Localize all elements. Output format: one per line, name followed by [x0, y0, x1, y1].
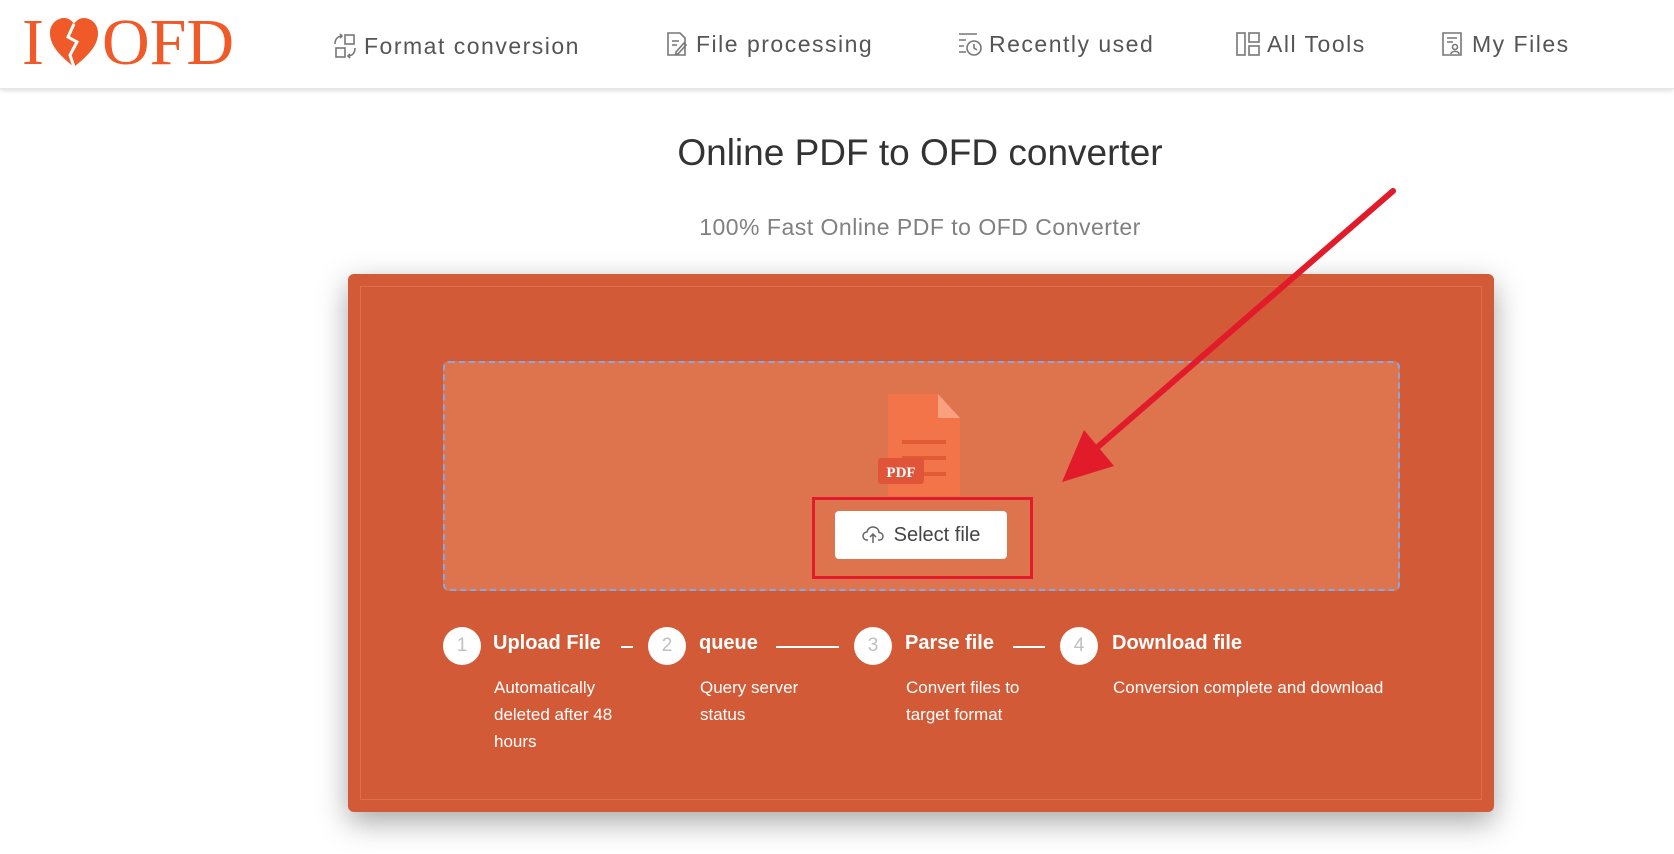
- step-3-number: 3: [854, 627, 892, 665]
- step-connector-3: [1013, 646, 1045, 648]
- grid-icon: [1236, 32, 1260, 56]
- user-file-icon: [1442, 32, 1462, 56]
- nav-format-conversion[interactable]: Format conversion: [332, 28, 580, 64]
- site-logo[interactable]: I OFD: [22, 10, 234, 76]
- step-connector-1: [621, 646, 633, 648]
- annotation-highlight-box: [812, 497, 1033, 579]
- edit-file-icon: [667, 32, 688, 56]
- clock-list-icon: [959, 33, 982, 56]
- pdf-badge-label: PDF: [886, 465, 915, 481]
- step-2-title: queue: [699, 632, 758, 654]
- nav-label: File processing: [696, 30, 874, 57]
- convert-icon: [334, 33, 356, 59]
- broken-heart-icon: [49, 18, 98, 68]
- top-header: I OFD Format conversion File processing: [0, 0, 1674, 89]
- nav-label: Recently used: [989, 30, 1155, 57]
- logo-prefix: I: [22, 6, 44, 79]
- nav-my-files[interactable]: My Files: [1440, 26, 1570, 62]
- nav-recently-used[interactable]: Recently used: [957, 26, 1154, 62]
- step-1-number: 1: [443, 627, 481, 665]
- nav-label: Format conversion: [364, 32, 580, 59]
- step-4-title: Download file: [1112, 632, 1242, 654]
- step-3-desc: Convert files to target format: [906, 678, 1020, 724]
- page-subtitle: 100% Fast Online PDF to OFD Converter: [699, 214, 1141, 240]
- nav-all-tools[interactable]: All Tools: [1235, 26, 1366, 62]
- pdf-file-icon: PDF: [878, 394, 960, 496]
- step-4-number: 4: [1060, 627, 1098, 665]
- nav-label: All Tools: [1267, 30, 1366, 57]
- nav-label: My Files: [1472, 30, 1570, 57]
- step-1-title: Upload File: [493, 632, 601, 654]
- logo-suffix: OFD: [101, 6, 235, 79]
- step-2-number: 2: [648, 627, 686, 665]
- step-connector-2: [776, 646, 839, 648]
- step-1-desc: Automatically deleted after 48 hours: [494, 678, 613, 751]
- step-2-desc: Query server status: [700, 678, 799, 724]
- nav-file-processing[interactable]: File processing: [664, 26, 873, 62]
- step-3-title: Parse file: [905, 632, 994, 654]
- page-title: Online PDF to OFD converter: [677, 132, 1163, 173]
- step-4-desc: Conversion complete and download: [1113, 678, 1384, 697]
